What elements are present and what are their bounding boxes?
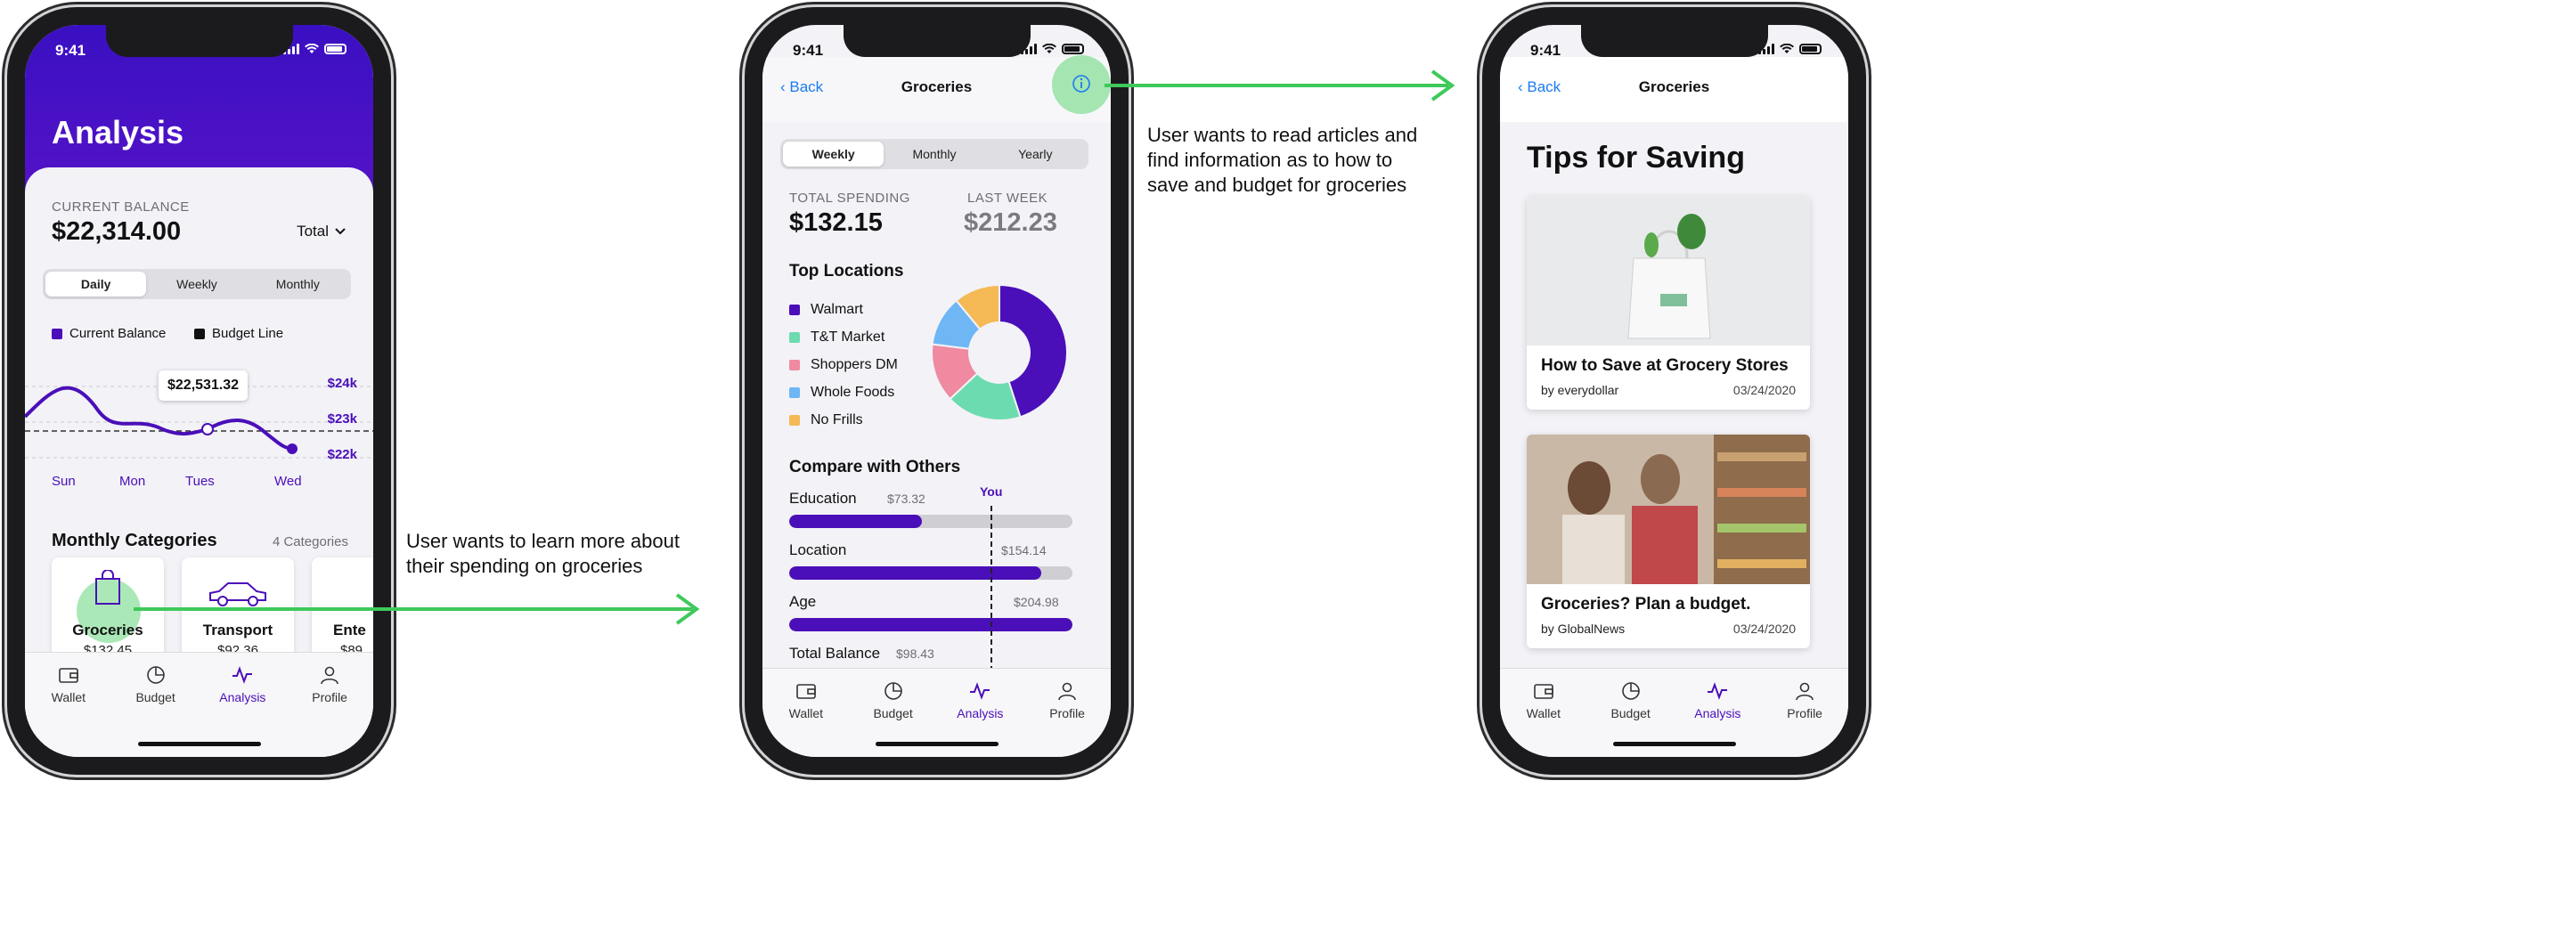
notch [843, 25, 1031, 57]
annotation-groceries: User wants to learn more about their spe… [406, 529, 680, 579]
annotation-line: find information as to how to [1147, 149, 1393, 171]
battery-icon [324, 44, 346, 54]
status-time: 9:41 [55, 42, 86, 59]
annotation-line: their spending on groceries [406, 555, 643, 577]
status-time: 9:41 [1530, 42, 1561, 59]
annotation-line: User wants to read articles and [1147, 124, 1418, 146]
notch [105, 25, 293, 57]
battery-icon [1799, 44, 1822, 54]
status-time: 9:41 [793, 42, 824, 59]
annotation-line: User wants to learn more about [406, 530, 680, 552]
wifi-icon [305, 44, 319, 53]
battery-icon [1062, 44, 1084, 54]
notch [1580, 25, 1768, 57]
annotation-articles: User wants to read articles and find inf… [1147, 123, 1417, 198]
wifi-icon [1042, 44, 1056, 53]
annotation-line: save and budget for groceries [1147, 174, 1407, 196]
wifi-icon [1780, 44, 1794, 53]
